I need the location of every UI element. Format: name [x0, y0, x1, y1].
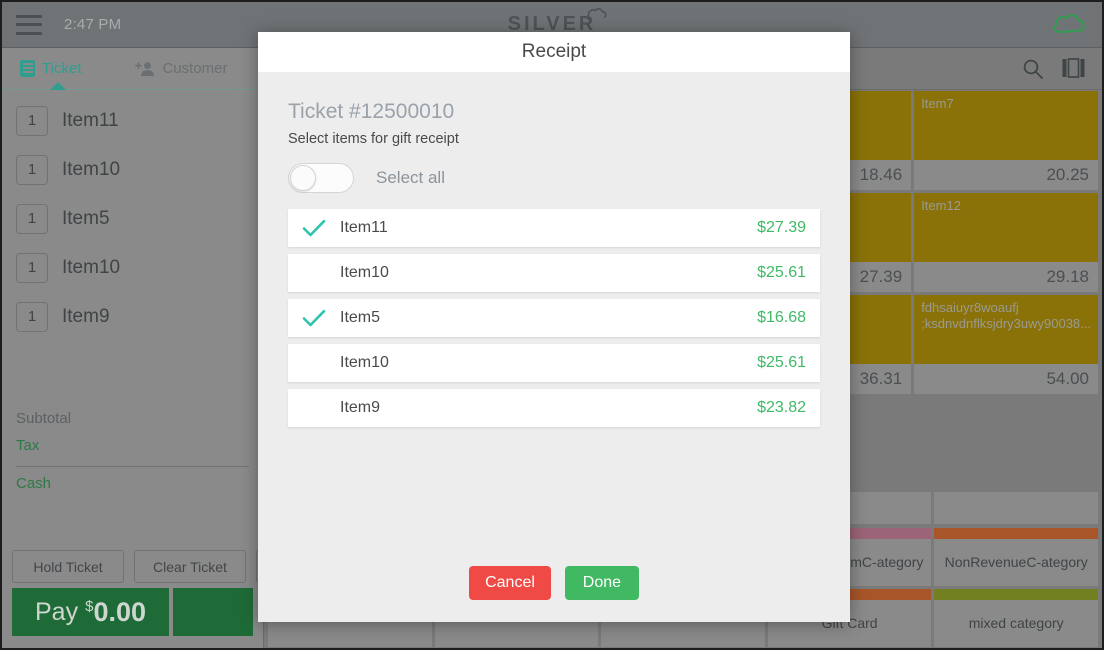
receipt-item-name: Item5	[340, 309, 381, 326]
check-icon	[288, 209, 340, 247]
select-all-toggle[interactable]	[288, 163, 354, 193]
modal-body: Ticket #12500010 Select items for gift r…	[258, 72, 850, 544]
receipt-item-row[interactable]: Item10 $25.61	[288, 254, 820, 292]
check-icon	[288, 299, 340, 337]
instruction-label: Select items for gift receipt	[288, 131, 459, 147]
receipt-item-row[interactable]: Item11 $27.39	[288, 209, 820, 247]
done-button[interactable]: Done	[564, 566, 639, 600]
receipt-item-name: Item9	[340, 399, 381, 416]
receipt-item-row[interactable]: Item5 $16.68	[288, 299, 820, 337]
select-all-label: Select all	[376, 168, 445, 187]
receipt-item-price: $27.39	[757, 219, 806, 236]
receipt-item-price: $16.68	[757, 309, 806, 326]
receipt-item-row[interactable]: Item9 $23.82	[288, 389, 820, 427]
cancel-button[interactable]: Cancel	[469, 566, 551, 600]
check-icon-empty	[288, 344, 340, 382]
modal-title: Receipt	[258, 32, 850, 72]
receipt-item-row[interactable]: Item10 $25.61	[288, 344, 820, 382]
receipt-modal: Receipt Ticket #12500010 Select items fo…	[258, 32, 850, 622]
receipt-item-price: $25.61	[757, 264, 806, 281]
receipt-item-list: Item11 $27.39 Item10 $25.61 Item5 $16.68	[288, 209, 820, 427]
receipt-item-name: Item10	[340, 354, 389, 371]
select-all-row: Select all	[288, 163, 820, 193]
receipt-item-name: Item11	[340, 219, 388, 236]
modal-footer: Cancel Done	[258, 544, 850, 622]
receipt-item-name: Item10	[340, 264, 389, 281]
toggle-knob	[290, 165, 316, 191]
receipt-item-price: $25.61	[757, 354, 806, 371]
pos-application: 2:47 PM SILVER Ticket Customer 1 Item11 …	[0, 0, 1104, 650]
ticket-number-label: Ticket #12500010	[288, 100, 455, 123]
check-icon-empty	[288, 389, 340, 427]
check-icon-empty	[288, 254, 340, 292]
receipt-item-price: $23.82	[757, 399, 806, 416]
